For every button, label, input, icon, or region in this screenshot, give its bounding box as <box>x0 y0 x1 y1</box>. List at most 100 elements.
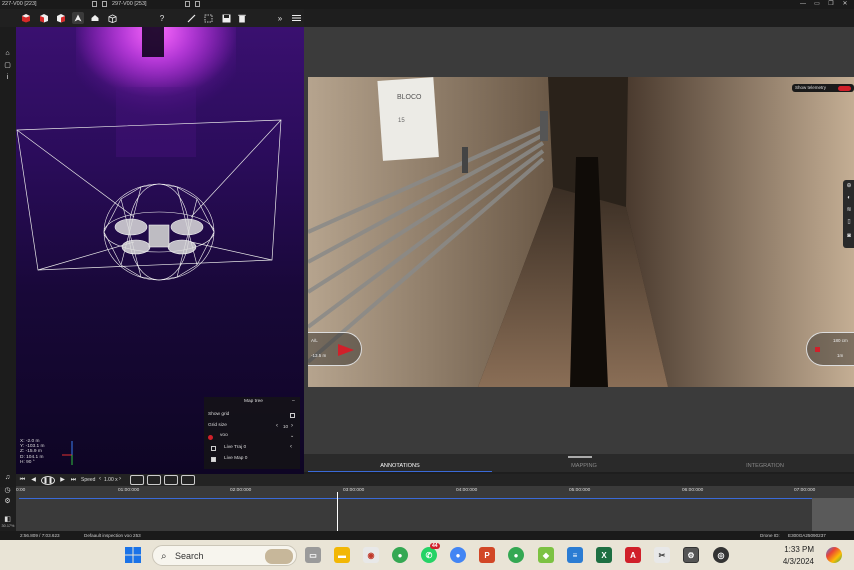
powerpoint-icon[interactable]: P <box>479 547 495 563</box>
playhead[interactable] <box>336 492 338 531</box>
tab-menu-icon[interactable] <box>185 1 190 7</box>
tab-label: 227-V00 [223] <box>2 1 37 7</box>
task-view-icon[interactable]: ▭ <box>305 547 321 563</box>
acrobat-icon[interactable]: A <box>625 547 641 563</box>
settings-sliders-icon[interactable] <box>290 12 302 24</box>
cube-outline-icon[interactable] <box>106 12 118 24</box>
camera-icon[interactable]: ◙ <box>845 232 853 240</box>
timeline-tick: 02:00:000 <box>230 488 252 493</box>
show-telemetry-toggle[interactable]: Show telemetry <box>792 84 854 92</box>
cube-top-view-icon[interactable] <box>55 12 67 24</box>
taskbar-search[interactable]: ⌕ Search <box>152 545 297 566</box>
camera-feed[interactable]: BLOCO 15 A/L -13.5 m 180 cm 1m <box>308 77 854 387</box>
timeline-tick: 05:00:000 <box>569 488 591 493</box>
document-icon[interactable]: ▢ <box>3 61 12 70</box>
chevron-right-icon[interactable]: › <box>291 423 293 429</box>
windows-taskbar: ⌕ Search ▭ ▬ ◉ ● ✆ 44 ● P ● ◆ ≡ X A ✂ ⚙ … <box>0 540 854 570</box>
report-tool-button[interactable] <box>164 475 178 485</box>
battery-icon[interactable]: ▯ <box>845 218 853 226</box>
altitude-gauge: A/L -13.5 m <box>308 332 362 366</box>
minimize-icon[interactable]: — <box>796 0 810 9</box>
chrome-icon[interactable]: ● <box>392 547 408 563</box>
chrome-profile-icon[interactable]: ● <box>450 547 466 563</box>
zoom-in-icon[interactable]: ⊕ <box>845 182 853 190</box>
drone-app-icon[interactable]: ⚙ <box>683 547 699 563</box>
chevron-left-icon[interactable]: ‹ <box>276 423 278 429</box>
tab-menu-icon[interactable] <box>102 1 107 7</box>
drag-handle[interactable] <box>568 456 592 458</box>
history-icon[interactable]: ◷ <box>3 486 12 495</box>
timeline[interactable]: 0:00 01:00:000 02:00:000 03:00:000 04:00… <box>16 486 854 531</box>
tab-annotations[interactable]: ANNOTATIONS <box>308 462 492 472</box>
restore-icon[interactable]: ❐ <box>824 0 838 9</box>
collapse-icon[interactable]: – <box>292 398 295 404</box>
excel-icon[interactable]: X <box>596 547 612 563</box>
left-rail: ⌂ ▢ i <box>0 27 16 487</box>
cube-side-view-icon[interactable] <box>38 12 50 24</box>
help-icon[interactable]: ? <box>156 12 168 24</box>
panel-icon[interactable]: ◧ <box>3 515 12 524</box>
file-explorer-icon[interactable]: ▬ <box>334 547 350 563</box>
camera-app-icon[interactable]: ◉ <box>363 547 379 563</box>
copilot-icon[interactable] <box>826 547 842 563</box>
speed-value: 1.00 x <box>104 477 118 483</box>
skip-end-icon[interactable]: ⏭ <box>69 476 78 485</box>
skip-start-icon[interactable]: ⏮ <box>18 476 27 485</box>
home-icon[interactable]: ⌂ <box>3 49 12 58</box>
show-grid-checkbox[interactable] <box>290 413 295 418</box>
measure-pencil-icon[interactable] <box>185 12 197 24</box>
point-cloud-viewport[interactable]: X: -2.0 m Y: -103.1 m Z: -15.9 m D: 104.… <box>16 27 304 474</box>
altitude-gauge-value: -13.5 m <box>311 353 327 358</box>
trash-icon[interactable] <box>236 12 248 24</box>
save-icon[interactable] <box>220 12 232 24</box>
layers-icon[interactable]: ≋ <box>845 206 853 214</box>
notepad-icon[interactable]: ≡ <box>567 547 583 563</box>
telemetry-switch[interactable] <box>838 85 851 91</box>
tab-menu-icon[interactable] <box>92 1 97 7</box>
obs-icon[interactable]: ◎ <box>713 547 729 563</box>
speed-decrease-icon[interactable]: ‹ <box>99 476 101 482</box>
clock-time[interactable]: 1:33 PM <box>770 545 814 554</box>
speed-increase-icon[interactable]: › <box>119 476 121 482</box>
step-back-icon[interactable]: ◀ <box>29 476 38 485</box>
navigate-arrow-icon[interactable] <box>72 12 84 24</box>
compare-icon[interactable]: ◐ <box>845 194 853 202</box>
home-view-icon[interactable] <box>89 12 101 24</box>
expand-double-chevron-icon[interactable]: » <box>274 12 286 24</box>
tab-menu-icon[interactable] <box>195 1 200 7</box>
timeline-tick: 0:00 <box>16 488 26 493</box>
close-icon[interactable]: ✕ <box>838 0 852 9</box>
pause-icon[interactable]: ❚❚ <box>41 476 55 485</box>
distance-gauge-value: 1m <box>837 353 844 358</box>
bell-icon[interactable]: ♫ <box>3 474 12 483</box>
tab-297[interactable]: 297-V00 [253] <box>112 1 147 9</box>
tab-227[interactable]: 227-V00 [223] <box>2 1 37 9</box>
start-button[interactable] <box>125 547 141 563</box>
snapshot-tool-button[interactable] <box>147 475 161 485</box>
chrome-alt-icon[interactable]: ● <box>508 547 524 563</box>
live-traj-checkbox[interactable] <box>211 446 216 451</box>
clock-date[interactable]: 4/3/2024 <box>770 557 814 566</box>
tab-integration[interactable]: INTEGRATION <box>676 462 854 472</box>
cube-front-view-icon[interactable] <box>20 12 32 24</box>
live-map-checkbox[interactable] <box>211 457 216 462</box>
chevron-down-icon[interactable]: ⌄ <box>290 433 294 439</box>
info-icon[interactable]: i <box>3 73 12 82</box>
select-area-icon[interactable] <box>202 12 214 24</box>
snipping-tool-icon[interactable]: ✂ <box>654 547 670 563</box>
distance-gauge: 180 cm 1m <box>806 332 854 366</box>
timeline-tick: 07:00:000 <box>794 488 816 493</box>
chevron-left-icon[interactable]: ‹ <box>290 444 292 450</box>
whatsapp-icon[interactable]: ✆ 44 <box>421 543 440 563</box>
export-tool-button[interactable] <box>181 475 195 485</box>
live-traj-label: Live Traj 0 <box>224 445 247 450</box>
axes-gizmo <box>62 441 73 465</box>
annotation-tool-button[interactable] <box>130 475 144 485</box>
tab-mapping[interactable]: MAPPING <box>492 462 676 472</box>
timeline-tick: 04:00:000 <box>456 488 478 493</box>
drone-model <box>103 183 215 281</box>
step-forward-icon[interactable]: ▶ <box>58 476 67 485</box>
3d-viewer-icon[interactable]: ◆ <box>538 547 554 563</box>
maximize-icon[interactable]: ▭ <box>810 0 824 9</box>
gear-icon[interactable]: ⚙ <box>3 497 12 506</box>
